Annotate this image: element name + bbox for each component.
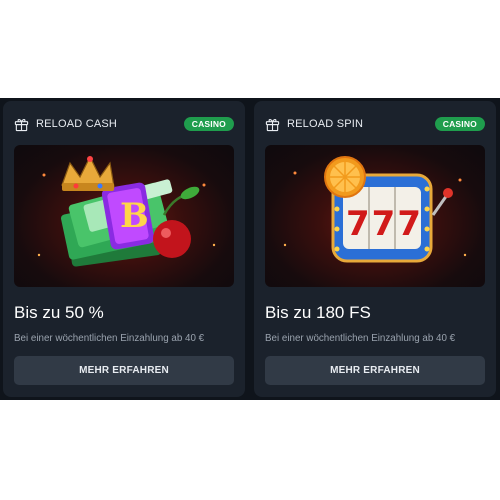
offer-card-reload-spin[interactable]: RELOAD SPIN CASINO 777 Bis zu 180 FS Bei… [254,101,496,397]
svg-text:B: B [120,196,149,236]
gift-icon [265,118,280,131]
crown-cash-cherry-illustration: B [37,155,216,267]
reels-777: 777 [346,204,423,244]
offer-description: Bei einer wöchentlichen Einzahlung ab 40… [14,333,205,344]
card-header: RELOAD CASH CASINO [14,115,234,133]
card-title: RELOAD CASH [36,118,118,130]
offer-card-reload-cash[interactable]: RELOAD CASH CASINO B Bis zu 50 % Bei ein… [3,101,245,397]
mehr-erfahren-button[interactable]: MEHR ERFAHREN [265,356,485,385]
casino-badge: CASINO [434,117,485,131]
card-title: RELOAD SPIN [287,118,364,130]
offer-description: Bei einer wöchentlichen Einzahlung ab 40… [265,333,456,344]
offer-headline: Bis zu 50 % [14,303,104,322]
mehr-erfahren-button[interactable]: MEHR ERFAHREN [14,356,234,385]
gift-icon [14,118,29,131]
casino-badge: CASINO [183,117,234,131]
crown-icon [61,155,115,191]
orange-slice-icon [324,156,366,198]
offer-illustration-cash: B [14,145,234,287]
offer-illustration-spin: 777 [265,145,485,287]
card-header: RELOAD SPIN CASINO [265,115,485,133]
slot-machine-illustration: 777 [283,156,467,263]
offer-headline: Bis zu 180 FS [265,303,371,322]
